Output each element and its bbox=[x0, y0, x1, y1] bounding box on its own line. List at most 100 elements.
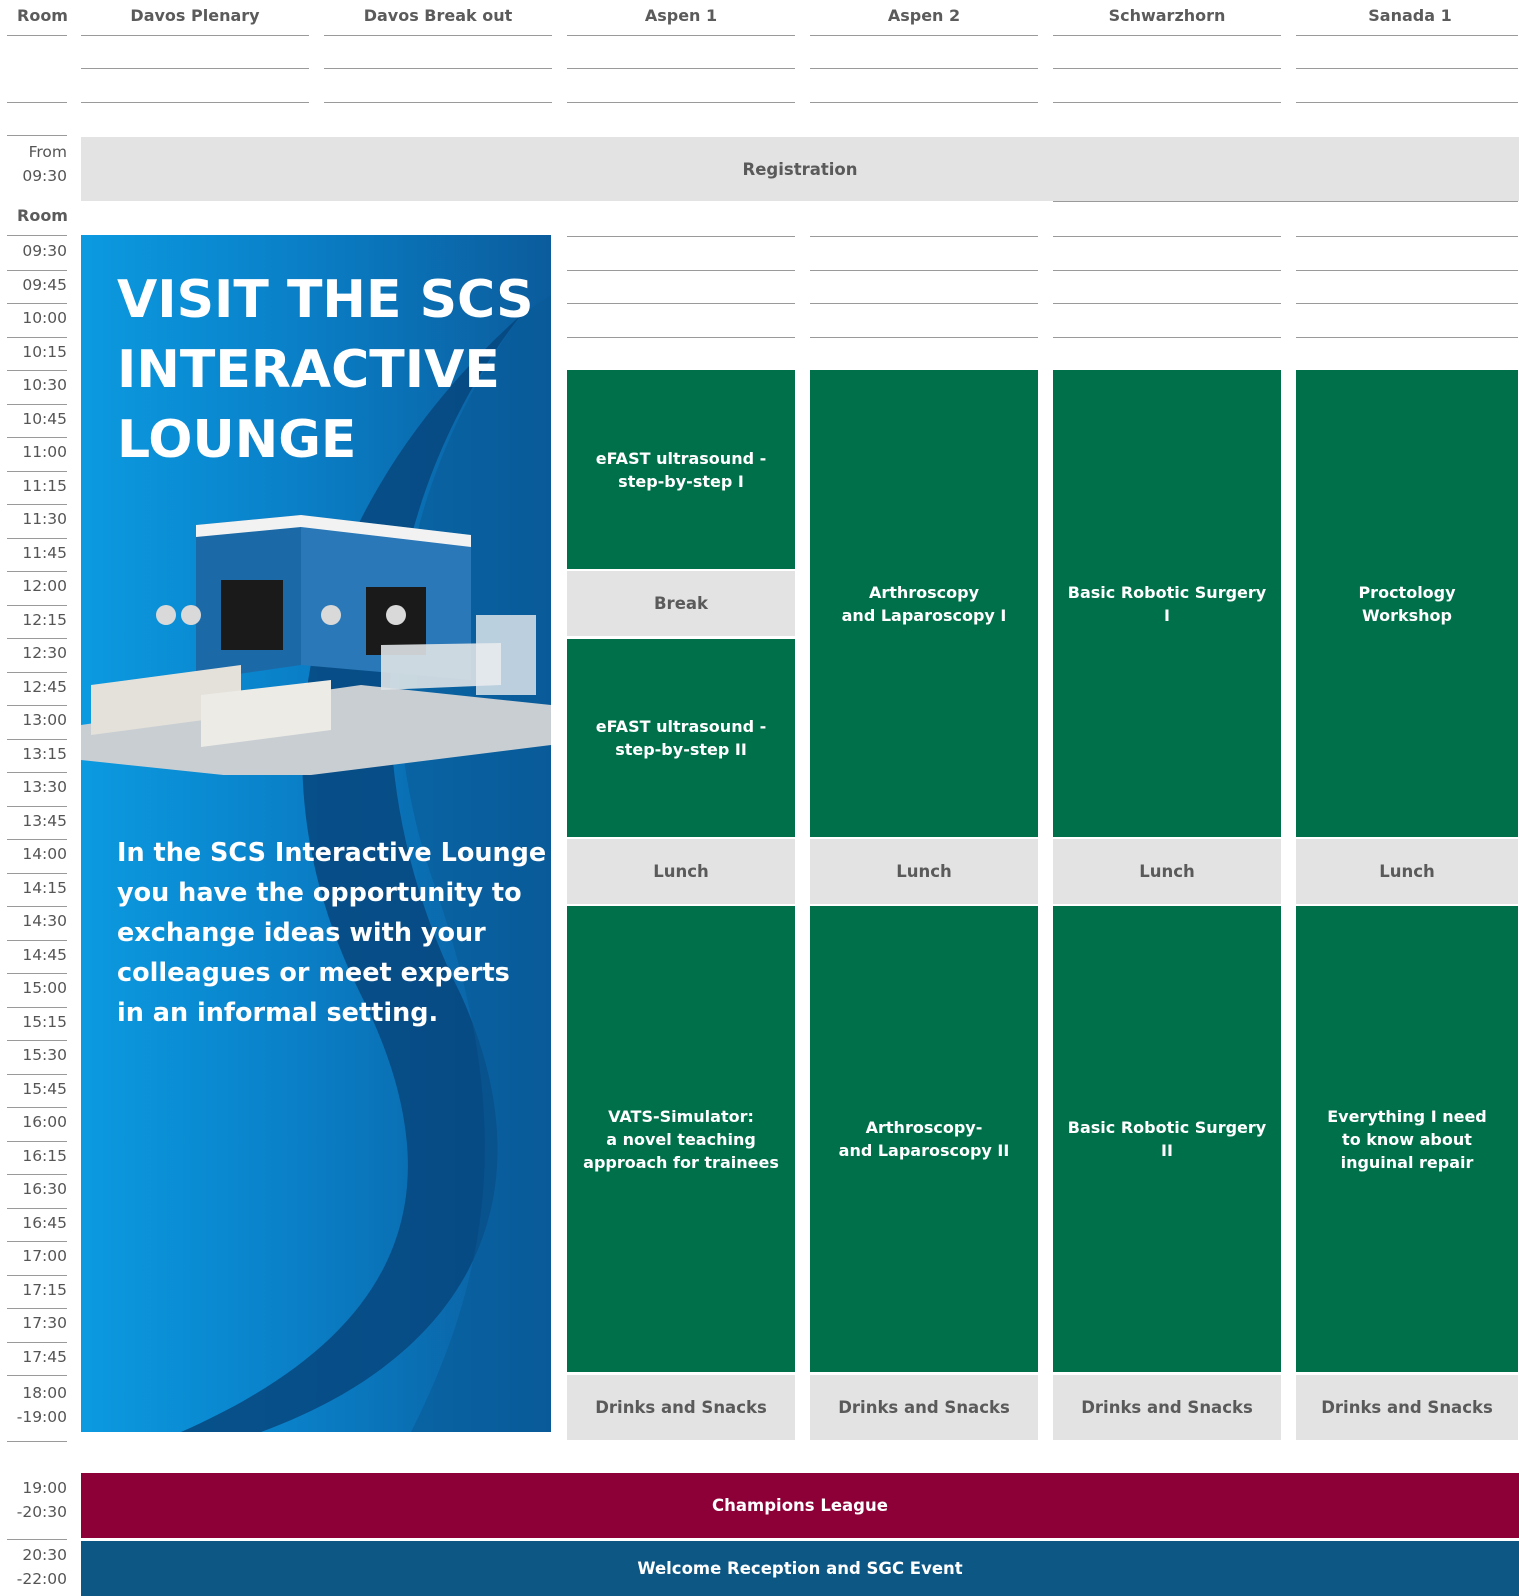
session-arthroscopy-1[interactable]: Arthroscopy and Laparoscopy I bbox=[810, 370, 1038, 837]
empty-slot-rule bbox=[810, 303, 1038, 304]
time-rule bbox=[7, 1341, 67, 1343]
time-rule bbox=[7, 1274, 67, 1276]
drinks-sanada1: Drinks and Snacks bbox=[1296, 1375, 1518, 1440]
lunch-schwarzhorn: Lunch bbox=[1053, 839, 1281, 904]
lunch-aspen2: Lunch bbox=[810, 839, 1038, 904]
session-arthroscopy-2[interactable]: Arthroscopy- and Laparoscopy II bbox=[810, 906, 1038, 1372]
time-slot: 15:00 bbox=[22, 979, 67, 997]
time-slot: 18:00 -19:00 bbox=[16, 1384, 67, 1426]
time-slot: 14:45 bbox=[22, 945, 67, 964]
time-slot: 17:45 bbox=[22, 1347, 67, 1366]
registration-time: From 09:30 bbox=[22, 143, 67, 185]
time-rule bbox=[7, 1375, 67, 1376]
empty-slot-rule bbox=[810, 336, 1038, 338]
time-rule bbox=[7, 470, 67, 472]
time-rule bbox=[7, 504, 67, 505]
empty-slot-rule bbox=[1053, 303, 1281, 304]
time-slot: 15:45 bbox=[22, 1079, 67, 1098]
drinks-aspen2: Drinks and Snacks bbox=[810, 1375, 1038, 1440]
time-slot: 11:45 bbox=[22, 543, 67, 562]
time-slot: 15:30 bbox=[22, 1046, 67, 1064]
champions-league-band[interactable]: Champions League bbox=[81, 1473, 1519, 1538]
session-vats-simulator[interactable]: VATS-Simulator: a novel teaching approac… bbox=[567, 906, 795, 1372]
empty-slot-rule bbox=[1296, 303, 1518, 304]
time-rule bbox=[7, 303, 67, 304]
registration-rule bbox=[1053, 201, 1518, 202]
empty-slot-rule bbox=[567, 269, 795, 271]
time-slot: 11:15 bbox=[22, 476, 67, 495]
time-rule bbox=[7, 1207, 67, 1209]
time-rule bbox=[7, 269, 67, 271]
session-robotic-1[interactable]: Basic Robotic Surgery I bbox=[1053, 370, 1281, 837]
time-rule bbox=[7, 738, 67, 740]
welcome-reception-band[interactable]: Welcome Reception and SGC Event bbox=[81, 1541, 1519, 1596]
empty-slot-rule bbox=[1296, 336, 1518, 338]
session-robotic-2[interactable]: Basic Robotic Surgery II bbox=[1053, 906, 1281, 1372]
promo-body: In the SCS Interactive Lounge you have t… bbox=[117, 838, 547, 1028]
time-slot: 13:30 bbox=[22, 778, 67, 796]
room-label-2: Room bbox=[17, 206, 68, 225]
time-slot: 13:15 bbox=[22, 744, 67, 763]
time-rule bbox=[7, 705, 67, 706]
time-slot: 12:15 bbox=[22, 610, 67, 629]
interactive-lounge-promo: VISIT THE SCS INTERACTIVE LOUNGE In the … bbox=[81, 235, 551, 1432]
time-rule bbox=[7, 1308, 67, 1309]
time-slot: 11:30 bbox=[22, 510, 67, 528]
empty-slot-rule bbox=[810, 236, 1038, 237]
time-slot: 10:00 bbox=[22, 309, 67, 327]
room-aspen-2: Aspen 2 bbox=[887, 6, 961, 25]
time-slot: 17:30 bbox=[22, 1314, 67, 1332]
time-slot: 14:00 bbox=[22, 845, 67, 863]
evening-time-1: 19:00 -20:30 bbox=[16, 1479, 67, 1521]
empty-slot-rule bbox=[1053, 269, 1281, 271]
room-sanada-1: Sanada 1 bbox=[1368, 6, 1452, 25]
time-rule bbox=[7, 1006, 67, 1008]
empty-slot-rule bbox=[567, 303, 795, 304]
registration-bar: Registration bbox=[81, 137, 1519, 201]
session-inguinal-repair[interactable]: Everything I need to know about inguinal… bbox=[1296, 906, 1518, 1372]
time-slot: 12:00 bbox=[22, 577, 67, 595]
empty-slot-rule bbox=[1053, 236, 1281, 237]
time-rule bbox=[7, 906, 67, 907]
evening-time-2: 20:30 -22:00 bbox=[16, 1546, 67, 1588]
time-rule bbox=[7, 772, 67, 773]
session-proctology[interactable]: Proctology Workshop bbox=[1296, 370, 1518, 837]
time-rule bbox=[7, 638, 67, 639]
empty-slot-rule bbox=[567, 336, 795, 338]
time-slot: 14:15 bbox=[22, 878, 67, 897]
time-slot: 12:30 bbox=[22, 644, 67, 662]
drinks-aspen1: Drinks and Snacks bbox=[567, 1375, 795, 1440]
break-aspen1: Break bbox=[567, 571, 795, 636]
time-slot: 11:00 bbox=[22, 443, 67, 461]
room-davos-break-out: Davos Break out bbox=[363, 6, 513, 25]
time-rule bbox=[7, 1040, 67, 1041]
time-slot: 10:45 bbox=[22, 409, 67, 428]
time-slot: 13:45 bbox=[22, 811, 67, 830]
session-efast-2[interactable]: eFAST ultrasound - step-by-step II bbox=[567, 639, 795, 837]
time-rule bbox=[7, 403, 67, 405]
time-rule bbox=[7, 437, 67, 438]
session-efast-1[interactable]: eFAST ultrasound - step-by-step I bbox=[567, 370, 795, 569]
lunch-sanada1: Lunch bbox=[1296, 839, 1518, 904]
time-slot: 16:15 bbox=[22, 1146, 67, 1165]
empty-slot-rule bbox=[1296, 236, 1518, 237]
empty-slot-rule bbox=[1053, 336, 1281, 338]
time-slot: 14:30 bbox=[22, 912, 67, 930]
drinks-schwarzhorn: Drinks and Snacks bbox=[1053, 1375, 1281, 1440]
time-rule bbox=[7, 336, 67, 338]
time-rule bbox=[7, 805, 67, 807]
time-slot: 17:00 bbox=[22, 1247, 67, 1265]
time-rule bbox=[7, 1140, 67, 1142]
time-slot: 16:00 bbox=[22, 1113, 67, 1131]
time-rule bbox=[7, 872, 67, 874]
time-slot: 16:45 bbox=[22, 1213, 67, 1232]
time-rule bbox=[7, 1241, 67, 1242]
time-slot: 10:15 bbox=[22, 342, 67, 361]
time-slot: 13:00 bbox=[22, 711, 67, 729]
empty-slot-rule bbox=[810, 269, 1038, 271]
evening-rule bbox=[7, 1539, 67, 1540]
lounge-booth-image bbox=[81, 515, 551, 775]
time-rule bbox=[7, 537, 67, 539]
empty-slot-rule bbox=[1296, 269, 1518, 271]
time-slot: 10:30 bbox=[22, 376, 67, 394]
